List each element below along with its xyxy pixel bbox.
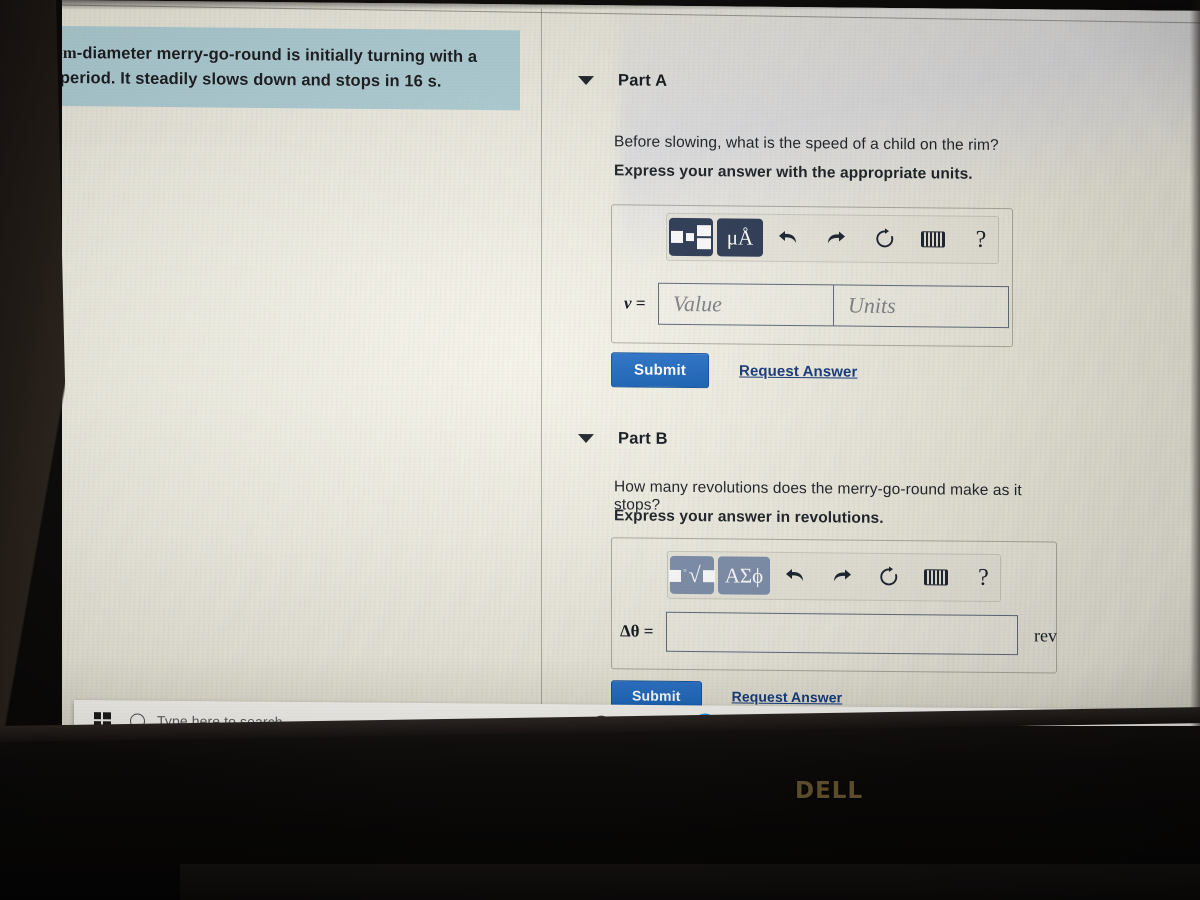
greek-symbols-button[interactable]: ΑΣϕ: [718, 556, 770, 595]
part-a-instruction: Express your answer with the appropriate…: [614, 162, 973, 183]
part-b-header[interactable]: Part B: [578, 429, 668, 449]
part-b-field-row: Δθ = rev: [620, 611, 1057, 656]
laptop-screen: A 4.7-m-diameter merry-go-round is initi…: [62, 0, 1200, 747]
fraction-stack-icon: [686, 232, 694, 241]
units-input[interactable]: Units: [834, 284, 1009, 329]
part-a-submit-row: Submit Request Answer: [611, 352, 857, 389]
template-box-icon: [671, 230, 683, 243]
units-input-placeholder: Units: [848, 292, 896, 319]
part-a-title: Part A: [618, 71, 668, 90]
undo-icon[interactable]: [771, 219, 805, 257]
part-a-question: Before slowing, what is the speed of a c…: [614, 133, 999, 154]
help-label: ?: [975, 226, 987, 253]
keyboard-glyph: [924, 569, 949, 586]
keyboard-icon[interactable]: [916, 220, 950, 258]
radicand-box-icon: [702, 570, 715, 583]
help-button[interactable]: ?: [964, 221, 998, 259]
reset-icon[interactable]: [872, 558, 905, 596]
part-b-instruction: Express your answer in revolutions.: [614, 507, 884, 527]
help-button[interactable]: ?: [967, 559, 1000, 597]
part-a-toolbar: μÅ ?: [666, 212, 999, 264]
dell-brand-logo: DELL: [795, 778, 864, 804]
part-a-header[interactable]: Part A: [578, 71, 667, 91]
part-b-title: Part B: [618, 429, 668, 448]
bezel-right: [1190, 0, 1200, 740]
units-button-label: μÅ: [726, 224, 754, 250]
part-b-field-label: Δθ =: [620, 621, 654, 641]
value-input[interactable]: Value: [658, 282, 834, 327]
undo-icon[interactable]: [778, 557, 811, 595]
value-input-placeholder: Value: [673, 290, 722, 317]
template-fraction-icon: [671, 225, 711, 250]
fraction-bars-icon: [697, 225, 711, 250]
template-fraction-button[interactable]: [669, 217, 713, 257]
redo-icon[interactable]: [819, 219, 853, 257]
part-a-request-answer-link[interactable]: Request Answer: [739, 362, 857, 380]
problem-statement-text: A 4.7-m-diameter merry-go-round is initi…: [62, 40, 488, 96]
laptop-photo: A 4.7-m-diameter merry-go-round is initi…: [0, 0, 1200, 900]
bezel-top: [0, 0, 1200, 10]
bezel-bottom: [0, 726, 1200, 900]
units-button[interactable]: μÅ: [717, 218, 763, 257]
part-a-field-row: v = Value Units: [624, 282, 1009, 329]
chevron-down-icon[interactable]: [578, 75, 594, 86]
problem-text-rest: -diameter merry-go-round is initially tu…: [62, 44, 478, 91]
part-b-request-answer-link[interactable]: Request Answer: [732, 688, 843, 705]
part-a-field-label: v =: [624, 293, 646, 313]
radical-symbol-icon: √: [688, 562, 701, 588]
root-index-box-icon: ▫: [683, 564, 687, 575]
revolutions-input[interactable]: [666, 611, 1018, 656]
superscript-box-icon: [686, 232, 694, 241]
redo-icon[interactable]: [825, 557, 858, 595]
keyboard-icon[interactable]: [920, 558, 953, 596]
part-b-toolbar: ▫ √ ΑΣϕ ?: [667, 550, 1001, 603]
webpage-content: A 4.7-m-diameter merry-go-round is initi…: [62, 0, 1200, 747]
revolutions-unit-label: rev: [1034, 624, 1057, 646]
keyboard-glyph: [920, 231, 945, 248]
problem-unit-m: m: [62, 43, 77, 63]
template-nth-root-button[interactable]: ▫ √: [669, 555, 715, 595]
fraction-denominator-icon: [697, 238, 711, 250]
help-label: ?: [978, 564, 989, 591]
part-a-submit-button[interactable]: Submit: [611, 352, 710, 389]
column-divider: [541, 8, 542, 709]
fraction-numerator-icon: [697, 225, 711, 237]
template-box-icon: [669, 569, 682, 582]
greek-symbols-label: ΑΣϕ: [724, 562, 764, 588]
template-nth-root-icon: ▫ √: [669, 562, 715, 588]
reset-icon[interactable]: [867, 220, 901, 258]
chevron-down-icon[interactable]: [578, 433, 594, 444]
